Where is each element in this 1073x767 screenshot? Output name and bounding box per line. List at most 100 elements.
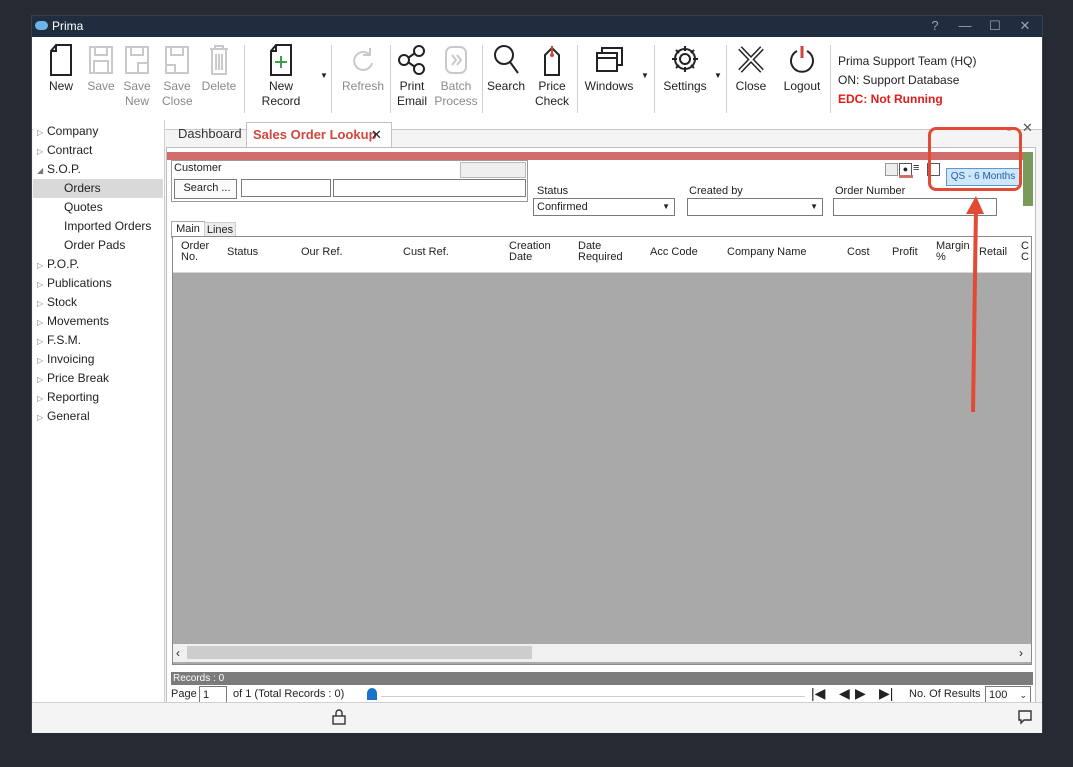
save-close-button[interactable]: Save Close: [162, 43, 193, 129]
help-button[interactable]: ?: [925, 18, 945, 33]
tab-label: Sales Order Lookup: [253, 127, 377, 142]
nav-item-fsm[interactable]: ▷ F.S.M.: [37, 331, 81, 350]
customer-code-input[interactable]: [241, 179, 331, 197]
status-select[interactable]: Confirmed ▼: [533, 198, 675, 216]
logout-button[interactable]: Logout: [780, 43, 824, 129]
new-button[interactable]: New: [44, 43, 78, 129]
active-view-indicator: [899, 175, 913, 178]
nav-item-reporting[interactable]: ▷ Reporting: [37, 388, 99, 407]
windows-dropdown-icon[interactable]: ▼: [641, 71, 649, 80]
last-page-icon[interactable]: ▶|: [879, 685, 893, 702]
view-card-icon[interactable]: [885, 163, 898, 176]
next-page-icon[interactable]: ▶: [855, 685, 866, 702]
new-record-button[interactable]: New Record: [248, 43, 314, 129]
search-icon: [494, 45, 519, 74]
batch-process-button[interactable]: Batch Process: [434, 43, 478, 129]
col-truncated[interactable]: CC: [1021, 241, 1029, 263]
database-text: ON: Support Database: [838, 73, 960, 87]
edc-status-text: EDC: Not Running: [838, 92, 943, 106]
tab-dashboard[interactable]: Dashboard: [178, 122, 248, 146]
col-profit[interactable]: Profit: [892, 247, 918, 258]
expand-arrow-icon: ▷: [37, 261, 44, 270]
maximize-button[interactable]: ☐: [985, 18, 1005, 34]
save-new-button[interactable]: Save New: [122, 43, 152, 129]
chat-icon[interactable]: [1017, 709, 1033, 725]
page-input[interactable]: 1: [199, 686, 227, 703]
tab-close-icon[interactable]: ✕: [371, 123, 382, 147]
col-status[interactable]: Status: [227, 247, 258, 258]
ribbon-separator: [577, 45, 578, 113]
settings-button[interactable]: Settings: [660, 43, 710, 129]
col-order-no[interactable]: Order No.: [181, 241, 209, 263]
nav-item-sop[interactable]: ◢ S.O.P.: [37, 160, 81, 179]
save-close-icon: [165, 46, 189, 74]
expand-arrow-icon: ▷: [37, 337, 44, 346]
nav-item-company[interactable]: ▷ Company: [37, 122, 98, 141]
window-close-button[interactable]: ✕: [1015, 18, 1035, 34]
col-cost[interactable]: Cost: [847, 247, 870, 258]
tab-sales-order-lookup[interactable]: Sales Order Lookup ✕: [246, 122, 392, 148]
sidebar-nav: ▷ Company ▷ Contract ◢ S.O.P. Orders Quotes…: [33, 120, 165, 702]
app-window: Prima ? — ☐ ✕ New Save Save New Save Clo…: [31, 15, 1043, 733]
scroll-right-icon[interactable]: ›: [1019, 646, 1023, 660]
col-date-required[interactable]: Date Required: [578, 241, 623, 263]
scroll-left-icon[interactable]: ‹: [176, 646, 180, 660]
windows-button[interactable]: Windows: [581, 43, 637, 129]
order-number-label: Order Number: [835, 185, 906, 197]
new-record-dropdown-icon[interactable]: ▼: [320, 71, 328, 80]
records-count-bar: Records : 0: [171, 672, 1033, 685]
grid-header: Order No. Status Our Ref. Cust Ref. Creat…: [173, 237, 1031, 273]
close-record-button[interactable]: Close: [732, 43, 770, 129]
settings-dropdown-icon[interactable]: ▼: [714, 71, 722, 80]
save-icon: [89, 46, 113, 74]
windows-label: Windows: [584, 79, 634, 93]
slider-thumb[interactable]: [367, 688, 377, 700]
nav-item-orders[interactable]: Orders: [33, 179, 163, 198]
first-page-icon[interactable]: |◀: [811, 685, 825, 702]
search-button[interactable]: Search: [486, 43, 526, 129]
created-by-label: Created by: [689, 185, 743, 197]
nav-item-quotes[interactable]: Quotes: [33, 198, 163, 217]
col-acc-code[interactable]: Acc Code: [650, 247, 698, 258]
minimize-button[interactable]: —: [955, 18, 975, 33]
print-email-label-1: Print: [399, 79, 425, 93]
nav-item-imported-orders[interactable]: Imported Orders: [33, 217, 163, 236]
col-company-name[interactable]: Company Name: [727, 247, 806, 258]
nav-item-publications[interactable]: ▷ Publications: [37, 274, 112, 293]
nav-item-general[interactable]: ▷ General: [37, 407, 90, 426]
customer-name-input[interactable]: [333, 179, 526, 197]
refresh-button[interactable]: Refresh: [340, 43, 386, 129]
customer-search-button[interactable]: Search ...: [174, 179, 237, 199]
previous-page-icon[interactable]: ◀: [839, 685, 850, 702]
nav-label: Publications: [47, 276, 112, 290]
print-email-button[interactable]: Print Email: [394, 43, 430, 129]
save-close-label-2: Close: [162, 94, 193, 108]
nav-item-contract[interactable]: ▷ Contract: [37, 141, 92, 160]
orders-grid[interactable]: Order No. Status Our Ref. Cust Ref. Creat…: [172, 236, 1032, 665]
panel-close-icon[interactable]: ✕: [1022, 120, 1033, 136]
col-our-ref[interactable]: Our Ref.: [301, 247, 343, 258]
horizontal-scrollbar[interactable]: ‹ ›: [173, 644, 1031, 662]
nav-item-order-pads[interactable]: Order Pads: [33, 236, 163, 255]
side-collapse-strip[interactable]: [1023, 152, 1033, 206]
status-bar: [32, 702, 1042, 733]
nav-item-stock[interactable]: ▷ Stock: [37, 293, 77, 312]
delete-button[interactable]: Delete: [198, 43, 240, 129]
annotation-highlight-box: [928, 127, 1022, 191]
nav-item-movements[interactable]: ▷ Movements: [37, 312, 109, 331]
nav-item-invoicing[interactable]: ▷ Invoicing: [37, 350, 94, 369]
nav-item-pop[interactable]: ▷ P.O.P.: [37, 255, 79, 274]
slider-track[interactable]: [381, 696, 805, 697]
col-cust-ref[interactable]: Cust Ref.: [403, 247, 449, 258]
nav-item-price-break[interactable]: ▷ Price Break: [37, 369, 109, 388]
col-creation-date[interactable]: Creation Date: [509, 241, 551, 263]
save-button[interactable]: Save: [86, 43, 116, 129]
view-list-icon[interactable]: ≡: [913, 163, 924, 174]
new-document-icon: [50, 44, 72, 76]
page-label: Page: [171, 688, 197, 700]
results-select[interactable]: 100 ⌄: [985, 686, 1031, 703]
ribbon-separator: [390, 45, 391, 113]
created-by-select[interactable]: ▼: [687, 198, 823, 216]
price-check-button[interactable]: Price Check: [532, 43, 572, 129]
scrollbar-thumb[interactable]: [187, 646, 532, 659]
